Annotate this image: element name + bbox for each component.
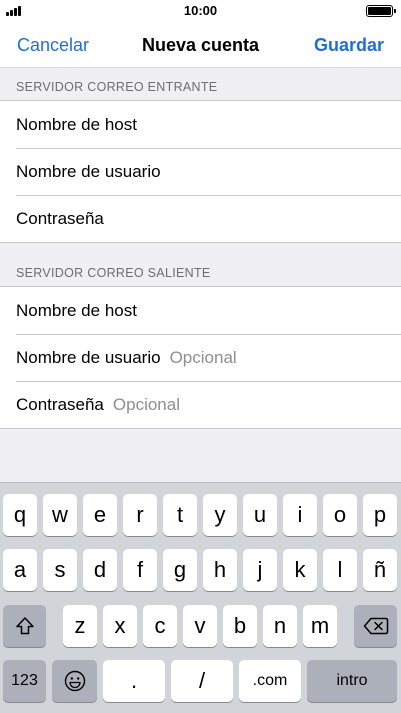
nav-bar: Cancelar Nueva cuenta Guardar	[0, 22, 401, 68]
emoji-key[interactable]	[52, 660, 97, 702]
save-button[interactable]: Guardar	[314, 35, 384, 56]
keyboard-row-4: 123 . / .com intro	[0, 660, 401, 702]
outgoing-server-group: Nombre de host Nombre de usuario Opciona…	[0, 286, 401, 429]
account-form: SERVIDOR CORREO ENTRANTE Nombre de host …	[0, 68, 401, 482]
key-d[interactable]: d	[83, 549, 117, 591]
key-o[interactable]: o	[323, 494, 357, 536]
key-y[interactable]: y	[203, 494, 237, 536]
key-l[interactable]: l	[323, 549, 357, 591]
status-bar: 10:00	[0, 0, 401, 22]
status-time: 10:00	[183, 3, 218, 18]
incoming-server-group: Nombre de host Nombre de usuario Contras…	[0, 100, 401, 243]
incoming-host-field[interactable]: Nombre de host	[0, 101, 401, 148]
key-i[interactable]: i	[283, 494, 317, 536]
key-n-tilde[interactable]: ñ	[363, 549, 397, 591]
keyboard-row-2: a s d f g h j k l ñ	[0, 549, 401, 591]
key-u[interactable]: u	[243, 494, 277, 536]
keyboard-row-3: z x c v b n m	[0, 605, 401, 647]
incoming-password-label: Contraseña	[16, 208, 104, 228]
key-b[interactable]: b	[223, 605, 257, 647]
outgoing-user-label: Nombre de usuario	[16, 347, 161, 367]
key-x[interactable]: x	[103, 605, 137, 647]
outgoing-host-field[interactable]: Nombre de host	[0, 287, 401, 334]
key-h[interactable]: h	[203, 549, 237, 591]
emoji-icon	[64, 670, 85, 692]
incoming-host-label: Nombre de host	[16, 114, 137, 134]
key-m[interactable]: m	[303, 605, 337, 647]
enter-key[interactable]: intro	[307, 660, 397, 702]
battery-icon	[366, 5, 396, 17]
outgoing-user-placeholder: Opcional	[169, 347, 237, 367]
delete-key[interactable]	[354, 605, 397, 647]
outgoing-password-label: Contraseña	[16, 394, 104, 414]
key-j[interactable]: j	[243, 549, 277, 591]
slash-key[interactable]: /	[171, 660, 233, 702]
incoming-user-field[interactable]: Nombre de usuario	[0, 148, 401, 195]
shift-key[interactable]	[3, 605, 46, 647]
key-g[interactable]: g	[163, 549, 197, 591]
key-t[interactable]: t	[163, 494, 197, 536]
key-k[interactable]: k	[283, 549, 317, 591]
key-p[interactable]: p	[363, 494, 397, 536]
outgoing-password-placeholder: Opcional	[112, 394, 180, 414]
key-a[interactable]: a	[3, 549, 37, 591]
dotcom-key[interactable]: .com	[239, 660, 301, 702]
key-n[interactable]: n	[263, 605, 297, 647]
key-c[interactable]: c	[143, 605, 177, 647]
outgoing-password-field[interactable]: Contraseña Opcional	[0, 381, 401, 428]
key-w[interactable]: w	[43, 494, 77, 536]
shift-icon	[15, 617, 34, 635]
outgoing-section-header: SERVIDOR CORREO SALIENTE	[0, 243, 401, 286]
incoming-section-header: SERVIDOR CORREO ENTRANTE	[0, 68, 401, 100]
key-e[interactable]: e	[83, 494, 117, 536]
key-q[interactable]: q	[3, 494, 37, 536]
outgoing-host-label: Nombre de host	[16, 300, 137, 320]
keyboard: q w e r t y u i o p a s d f g h j k l ñ …	[0, 482, 401, 713]
outgoing-header-label: SERVIDOR CORREO SALIENTE	[16, 266, 211, 280]
keyboard-row-1: q w e r t y u i o p	[0, 494, 401, 536]
key-z[interactable]: z	[63, 605, 97, 647]
numbers-key[interactable]: 123	[3, 660, 46, 702]
key-s[interactable]: s	[43, 549, 77, 591]
key-r[interactable]: r	[123, 494, 157, 536]
incoming-header-label: SERVIDOR CORREO ENTRANTE	[16, 80, 218, 94]
incoming-password-field[interactable]: Contraseña	[0, 195, 401, 242]
backspace-icon	[363, 617, 388, 635]
cancel-button[interactable]: Cancelar	[17, 35, 89, 56]
incoming-user-label: Nombre de usuario	[16, 161, 161, 181]
dot-key[interactable]: .	[103, 660, 165, 702]
key-f[interactable]: f	[123, 549, 157, 591]
key-v[interactable]: v	[183, 605, 217, 647]
outgoing-user-field[interactable]: Nombre de usuario Opcional	[0, 334, 401, 381]
